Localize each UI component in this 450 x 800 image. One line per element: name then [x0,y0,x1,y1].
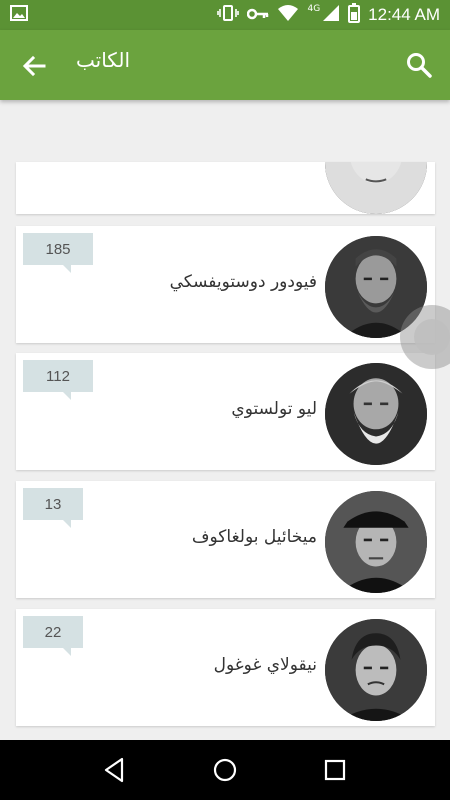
nav-recents-button[interactable] [320,755,350,785]
author-name: فيودور دوستويفسكي [169,272,317,292]
search-button[interactable] [404,50,434,80]
status-bar: 4G 12:44 AM [0,0,450,30]
scroll-handle-knob [414,319,450,355]
book-count-badge: 185 [23,233,93,273]
author-name: ميخائيل بولغاكوف [191,527,317,547]
signal-icon [322,4,340,26]
back-button[interactable] [18,50,50,82]
system-nav-bar [0,740,450,800]
search-icon [407,53,432,78]
author-avatar [325,491,427,593]
app-bar: الكاتب [0,30,450,100]
vibrate-icon [217,5,240,25]
book-count-badge: 22 [23,616,83,656]
nav-back-icon [104,757,124,783]
key-icon [247,6,269,25]
author-card[interactable]: 185 فيودور دوستويفسكي [16,226,435,343]
author-avatar [325,363,427,465]
battery-icon [348,3,361,27]
author-name: ليو تولستوي [231,399,317,419]
author-card[interactable]: 22 نيقولاي غوغول [16,609,435,726]
clock: 12:44 AM [368,5,440,24]
image-icon [10,5,28,25]
author-avatar [325,619,427,721]
author-avatar [325,162,427,214]
nav-home-button[interactable] [210,755,240,785]
network-type: 4G [307,4,321,14]
book-count-badge: 112 [23,360,93,400]
author-card[interactable] [16,162,435,214]
nav-back-button[interactable] [100,755,130,785]
author-card[interactable]: 13 ميخائيل بولغاكوف [16,481,435,598]
wifi-icon [277,4,299,26]
author-name: نيقولاي غوغول [213,655,317,675]
arrow-back-icon [22,55,46,77]
author-list[interactable]: 185 فيودور دوستويفسكي 112 ليو تولستوي 13… [0,100,450,740]
page-title: الكاتب [76,48,130,72]
author-card[interactable]: 112 ليو تولستوي [16,353,435,470]
nav-recents-icon [324,759,346,781]
book-count-badge: 13 [23,488,83,528]
nav-home-icon [213,758,237,782]
